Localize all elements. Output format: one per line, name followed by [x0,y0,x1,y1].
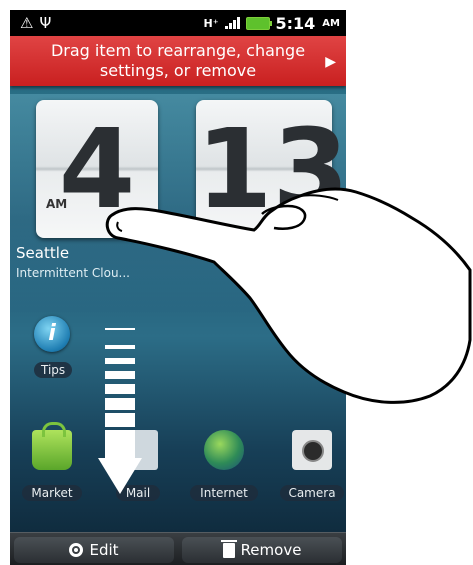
hspa-icon: H⁺ [203,16,219,30]
market-label: Market [22,485,82,501]
mail-icon[interactable] [118,430,158,470]
camera-icon[interactable] [292,430,332,470]
signal-icon [224,17,240,29]
edit-button[interactable]: Edit [14,537,174,563]
battery-icon [245,16,272,30]
weather-city: Seattle [16,244,70,262]
chevron-right-icon: ▶ [325,54,336,70]
banner-text: Drag item to rearrange, change settings,… [50,41,306,80]
remove-label: Remove [240,541,302,559]
mail-label: Mail [116,485,160,501]
clock-minute: 13 [196,100,346,238]
clock-ampm: AM [46,197,68,211]
clock-minute-value: 13 [196,105,346,233]
phone-screen: ⚠ Ψ H⁺ 5:14 AM Drag item to rearrange, ch… [10,10,346,565]
usb-icon: Ψ [39,13,52,32]
status-time: 5:14 [275,13,316,33]
status-ampm: AM [322,17,340,29]
weather-condition: Intermittent Clou... [16,266,130,280]
tips-icon[interactable]: i [34,316,70,352]
clock-hour-value: 4 [58,105,136,233]
status-bar: ⚠ Ψ H⁺ 5:14 AM [10,10,346,36]
gear-icon [69,543,84,557]
remove-button[interactable]: Remove [182,537,342,563]
internet-icon[interactable] [204,430,244,470]
clock-hour: 4 AM [36,100,158,238]
internet-label: Internet [190,485,258,501]
camera-label: Camera [280,485,344,501]
bottom-action-bar: Edit Remove [10,532,346,565]
alert-icon: ⚠ [20,13,34,32]
market-icon[interactable] [32,422,72,470]
clock-weather-widget[interactable]: 4 AM 13 Seattle Intermittent Clou... [10,94,346,312]
rearrange-banner: Drag item to rearrange, change settings,… [10,36,346,86]
edit-label: Edit [89,541,119,559]
trash-icon [220,539,237,558]
tips-label: Tips [34,362,72,378]
